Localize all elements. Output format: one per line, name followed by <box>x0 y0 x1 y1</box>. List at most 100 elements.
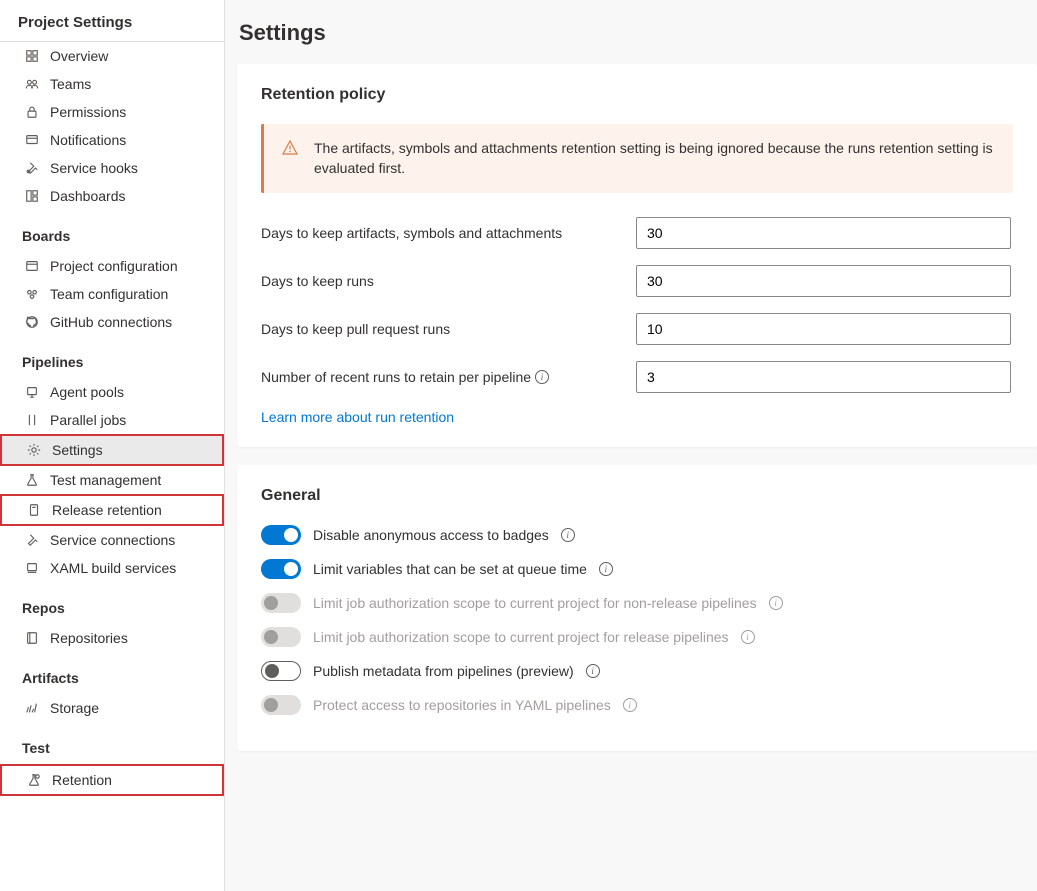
test-retention-icon <box>26 772 42 788</box>
nav-label: Service connections <box>50 532 175 548</box>
retention-row: Days to keep runs <box>261 265 1013 297</box>
nav-label: XAML build services <box>50 560 176 576</box>
sidebar: Project Settings Overview Teams Permission… <box>0 0 225 891</box>
info-icon[interactable]: i <box>599 562 613 576</box>
section-head: Repos <box>0 582 224 624</box>
notification-icon <box>24 132 40 148</box>
sidebar-item-xaml-build-services[interactable]: XAML build services <box>0 554 224 582</box>
retention-alert: The artifacts, symbols and attachments r… <box>261 124 1013 193</box>
project-icon <box>24 258 40 274</box>
sidebar-item-dashboards[interactable]: Dashboards <box>0 182 224 210</box>
sidebar-item-overview[interactable]: Overview <box>0 42 224 70</box>
nav-label: Retention <box>52 772 112 788</box>
toggle-row: Protect access to repositories in YAML p… <box>261 695 1013 715</box>
nav-label: Dashboards <box>50 188 126 204</box>
nav-label: Parallel jobs <box>50 412 126 428</box>
sidebar-item-test-management[interactable]: Test management <box>0 466 224 494</box>
sidebar-item-team-configuration[interactable]: Team configuration <box>0 280 224 308</box>
sidebar-item-service-hooks[interactable]: Service hooks <box>0 154 224 182</box>
sidebar-item-permissions[interactable]: Permissions <box>0 98 224 126</box>
retention-label: Days to keep pull request runs <box>261 321 636 337</box>
retention-label: Days to keep runs <box>261 273 636 289</box>
xaml-icon <box>24 560 40 576</box>
nav-label: Overview <box>50 48 108 64</box>
nav-label: GitHub connections <box>50 314 172 330</box>
section-head: Artifacts <box>0 652 224 694</box>
nav-label: Release retention <box>52 502 162 518</box>
nav-label: Service hooks <box>50 160 138 176</box>
teams-icon <box>24 76 40 92</box>
retention-title: Retention policy <box>261 86 1013 104</box>
alert-text: The artifacts, symbols and attachments r… <box>314 138 995 179</box>
storage-icon <box>24 700 40 716</box>
toggle-row: Publish metadata from pipelines (preview… <box>261 661 1013 681</box>
toggle-1[interactable] <box>261 559 301 579</box>
nav-label: Repositories <box>50 630 128 646</box>
general-title: General <box>261 487 1013 505</box>
toggle-2 <box>261 593 301 613</box>
sidebar-item-retention[interactable]: Retention3 <box>0 764 224 796</box>
sidebar-item-project-configuration[interactable]: Project configuration <box>0 252 224 280</box>
nav-label: Agent pools <box>50 384 124 400</box>
info-icon[interactable]: i <box>741 630 755 644</box>
team-config-icon <box>24 286 40 302</box>
agent-icon <box>24 384 40 400</box>
info-icon[interactable]: i <box>623 698 637 712</box>
warning-icon <box>282 140 298 179</box>
retention-input-1[interactable] <box>636 265 1011 297</box>
parallel-icon <box>24 412 40 428</box>
info-icon[interactable]: i <box>586 664 600 678</box>
toggle-5 <box>261 695 301 715</box>
section-head: Boards <box>0 210 224 252</box>
nav-label: Settings <box>52 442 103 458</box>
info-icon[interactable]: i <box>769 596 783 610</box>
retention-input-3[interactable] <box>636 361 1011 393</box>
github-icon <box>24 314 40 330</box>
learn-more-link[interactable]: Learn more about run retention <box>261 409 454 425</box>
info-icon[interactable]: i <box>535 370 549 384</box>
retention-label: Days to keep artifacts, symbols and atta… <box>261 225 636 241</box>
sidebar-item-agent-pools[interactable]: Agent pools <box>0 378 224 406</box>
toggle-row: Limit job authorization scope to current… <box>261 593 1013 613</box>
sidebar-item-github-connections[interactable]: GitHub connections <box>0 308 224 336</box>
toggle-label: Publish metadata from pipelines (preview… <box>313 663 574 679</box>
plug-icon <box>24 160 40 176</box>
main-content: Settings Retention policy The artifacts,… <box>225 0 1037 891</box>
retention-card: Retention policy The artifacts, symbols … <box>237 64 1037 447</box>
toggle-label: Disable anonymous access to badges <box>313 527 549 543</box>
repo-icon <box>24 630 40 646</box>
sidebar-item-service-connections[interactable]: Service connections <box>0 526 224 554</box>
overview-icon <box>24 48 40 64</box>
nav-label: Team configuration <box>50 286 168 302</box>
nav-label: Test management <box>50 472 161 488</box>
section-head: Pipelines <box>0 336 224 378</box>
sidebar-item-storage[interactable]: Storage <box>0 694 224 722</box>
sidebar-item-settings[interactable]: Settings1 <box>0 434 224 466</box>
retention-row: Number of recent runs to retain per pipe… <box>261 361 1013 393</box>
sidebar-item-teams[interactable]: Teams <box>0 70 224 98</box>
nav-label: Storage <box>50 700 99 716</box>
toggle-0[interactable] <box>261 525 301 545</box>
nav-label: Permissions <box>50 104 126 120</box>
lock-icon <box>24 104 40 120</box>
info-icon[interactable]: i <box>561 528 575 542</box>
page-title: Settings <box>237 20 1037 64</box>
sidebar-item-notifications[interactable]: Notifications <box>0 126 224 154</box>
dashboard-icon <box>24 188 40 204</box>
toggle-4[interactable] <box>261 661 301 681</box>
toggle-row: Limit variables that can be set at queue… <box>261 559 1013 579</box>
gear-icon <box>26 442 42 458</box>
sidebar-item-parallel-jobs[interactable]: Parallel jobs <box>0 406 224 434</box>
retention-input-2[interactable] <box>636 313 1011 345</box>
toggle-row: Disable anonymous access to badges i <box>261 525 1013 545</box>
section-head: Test <box>0 722 224 764</box>
service-plug-icon <box>24 532 40 548</box>
nav-label: Notifications <box>50 132 126 148</box>
retention-row: Days to keep pull request runs <box>261 313 1013 345</box>
retention-row: Days to keep artifacts, symbols and atta… <box>261 217 1013 249</box>
sidebar-title: Project Settings <box>0 10 224 42</box>
retention-input-0[interactable] <box>636 217 1011 249</box>
toggle-row: Limit job authorization scope to current… <box>261 627 1013 647</box>
sidebar-item-release-retention[interactable]: Release retention2 <box>0 494 224 526</box>
sidebar-item-repositories[interactable]: Repositories <box>0 624 224 652</box>
